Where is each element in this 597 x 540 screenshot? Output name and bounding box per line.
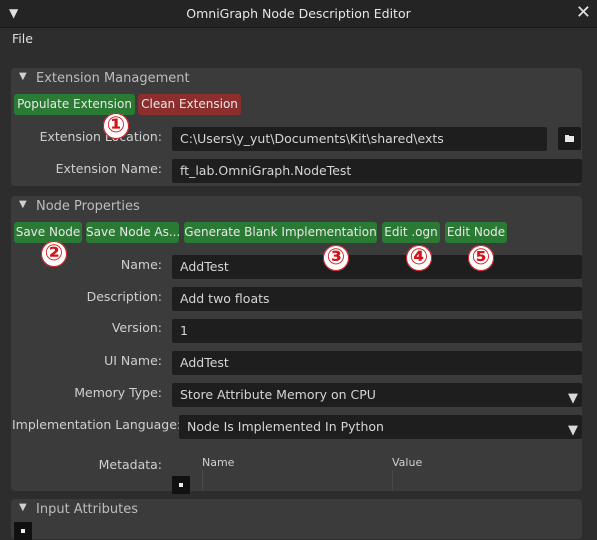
implementation-language-value: Node Is Implemented In Python [187,419,384,434]
metadata-value-column: Value [392,456,423,469]
implementation-language-label: Implementation Language: [12,417,182,432]
annotation-2: ② [41,241,67,267]
title-bar: ▼ OmniGraph Node Description Editor ✕ [0,0,597,28]
memory-type-label: Memory Type: [74,385,162,400]
generate-blank-implementation-button[interactable]: Generate Blank Implementation [184,222,377,243]
metadata-column-divider [392,470,393,491]
close-icon[interactable]: ✕ [576,2,591,23]
extension-management-header[interactable]: ▼ Extension Management [11,68,582,90]
folder-browse-button[interactable] [558,127,581,150]
description-label: Description: [86,289,162,304]
panel-title: Node Properties [36,199,140,214]
add-input-attribute-button[interactable] [14,522,32,540]
metadata-name-column: Name [202,456,235,469]
description-field[interactable]: Add two floats [172,287,582,311]
annotation-3: ③ [323,245,349,271]
node-properties-header[interactable]: ▼ Node Properties [11,196,582,218]
ui-name-label: UI Name: [104,353,162,368]
extension-location-label: Extension Location: [39,129,162,144]
dropdown-arrow-icon[interactable]: ▼ [568,419,578,439]
memory-type-dropdown[interactable]: Store Attribute Memory on CPU ▼ [172,383,582,407]
version-label: Version: [111,320,162,335]
metadata-label: Metadata: [98,457,162,472]
clean-extension-button[interactable]: Clean Extension [138,94,241,115]
annotation-5: ⑤ [468,245,494,271]
node-name-field[interactable]: AddTest [172,255,582,279]
node-name-label: Name: [120,257,162,272]
node-properties-panel: ▼ Node Properties Save Node Save Node As… [11,196,582,494]
ui-name-field[interactable]: AddTest [172,351,582,375]
extension-name-field[interactable]: ft_lab.OmniGraph.NodeTest [172,159,582,183]
version-field[interactable]: 1 [172,319,582,343]
collapse-triangle-icon[interactable]: ▼ [19,502,27,513]
extension-management-panel: ▼ Extension Management Populate Extensio… [11,68,582,186]
implementation-language-dropdown[interactable]: Node Is Implemented In Python ▼ [179,415,582,439]
memory-type-value: Store Attribute Memory on CPU [180,387,376,402]
panel-title: Extension Management [36,71,190,86]
metadata-column-divider [202,470,203,491]
dropdown-arrow-icon[interactable]: ▼ [568,387,578,407]
populate-extension-button[interactable]: Populate Extension [14,94,135,115]
input-attributes-header[interactable]: ▼ Input Attributes [11,499,582,521]
save-node-as-button[interactable]: Save Node As... [86,222,180,243]
edit-node-button[interactable]: Edit Node [445,222,507,243]
panel-title: Input Attributes [36,502,138,517]
edit-ogn-button[interactable]: Edit .ogn [382,222,440,243]
input-attributes-panel: ▼ Input Attributes [11,499,582,540]
extension-location-field[interactable]: C:\Users\y_yut\Documents\Kit\shared\exts [172,127,547,151]
annotation-1: ① [103,113,129,139]
menu-bar: File [0,28,597,50]
extension-name-label: Extension Name: [55,161,162,176]
add-metadata-button[interactable] [172,476,190,494]
collapse-triangle-icon[interactable]: ▼ [19,71,27,82]
annotation-4: ④ [406,245,432,271]
menu-file[interactable]: File [12,31,33,46]
folder-icon [565,135,574,142]
window-title: OmniGraph Node Description Editor [186,6,411,21]
collapse-triangle-icon[interactable]: ▼ [19,199,27,210]
save-node-button[interactable]: Save Node [14,222,82,243]
